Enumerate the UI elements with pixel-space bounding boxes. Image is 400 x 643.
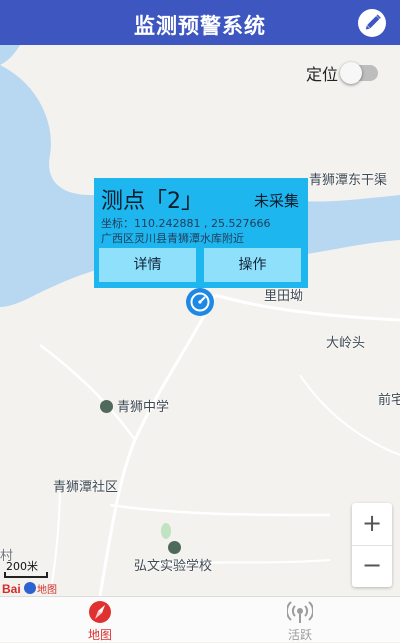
zoom-in-button[interactable]: + bbox=[352, 503, 392, 546]
svg-text:Bai: Bai bbox=[2, 582, 21, 596]
toggle-knob[interactable] bbox=[340, 62, 362, 84]
zoom-control: + − bbox=[352, 503, 392, 587]
point-name: 测点「2」 bbox=[101, 189, 203, 214]
locate-toggle-group: 定位 bbox=[306, 61, 378, 85]
point-address: 广西区灵川县青狮潭水库附近 bbox=[101, 232, 244, 245]
app-title: 监测预警系统 bbox=[134, 14, 266, 38]
bottom-navigation: 地图 活跃 bbox=[0, 596, 400, 642]
locate-label: 定位 bbox=[305, 65, 338, 84]
action-button[interactable]: 操作 bbox=[204, 248, 301, 282]
baidu-map-logo: Bai 地图 bbox=[2, 582, 57, 596]
point-coordinates: 坐标：110.242881 , 25.527666 bbox=[101, 217, 271, 230]
point-status: 未采集 bbox=[253, 192, 299, 210]
map-label-school-1: 青狮中学 bbox=[100, 396, 169, 415]
map-compass-icon bbox=[89, 601, 111, 623]
map-view[interactable]: 定位 青狮潭东干渠 里田坳 大岭头 前宅 青狮中学 青狮潭社区 弘文实验学校 村… bbox=[0, 45, 400, 596]
school-1-text: 青狮中学 bbox=[117, 400, 170, 415]
road-main bbox=[98, 294, 217, 596]
map-basemap bbox=[0, 45, 400, 596]
scale-bar bbox=[4, 572, 48, 578]
app-header: 监测预警系统 bbox=[0, 0, 400, 45]
detail-button[interactable]: 详情 bbox=[99, 248, 196, 282]
map-label-canal: 青狮潭东干渠 bbox=[309, 173, 388, 188]
map-label-dalingtou: 大岭头 bbox=[326, 336, 366, 351]
map-label-qianzhai: 前宅 bbox=[378, 393, 400, 408]
tab-map[interactable]: 地图 bbox=[0, 597, 200, 642]
locate-toggle[interactable] bbox=[340, 62, 378, 84]
school-poi-icon bbox=[100, 400, 113, 413]
svg-text:地图: 地图 bbox=[37, 583, 57, 596]
map-label-school-2: 弘文实验学校 bbox=[134, 559, 213, 574]
map-label-community: 青狮潭社区 bbox=[53, 480, 119, 495]
map-scale: 200米 bbox=[4, 558, 54, 578]
gauge-marker-icon bbox=[186, 288, 214, 316]
monitor-point-popup: 测点「2」 未采集 坐标：110.242881 , 25.527666 广西区灵… bbox=[94, 178, 308, 288]
monitor-point-marker[interactable] bbox=[185, 287, 215, 317]
broadcast-icon bbox=[287, 601, 313, 623]
edit-button[interactable] bbox=[358, 9, 386, 37]
pencil-icon bbox=[365, 14, 381, 30]
tab-active-label: 活跃 bbox=[287, 628, 312, 642]
zoom-out-button[interactable]: − bbox=[352, 545, 392, 587]
school-poi-icon bbox=[168, 541, 181, 554]
tab-map-label: 地图 bbox=[87, 628, 112, 642]
tab-active[interactable]: 活跃 bbox=[200, 597, 400, 642]
